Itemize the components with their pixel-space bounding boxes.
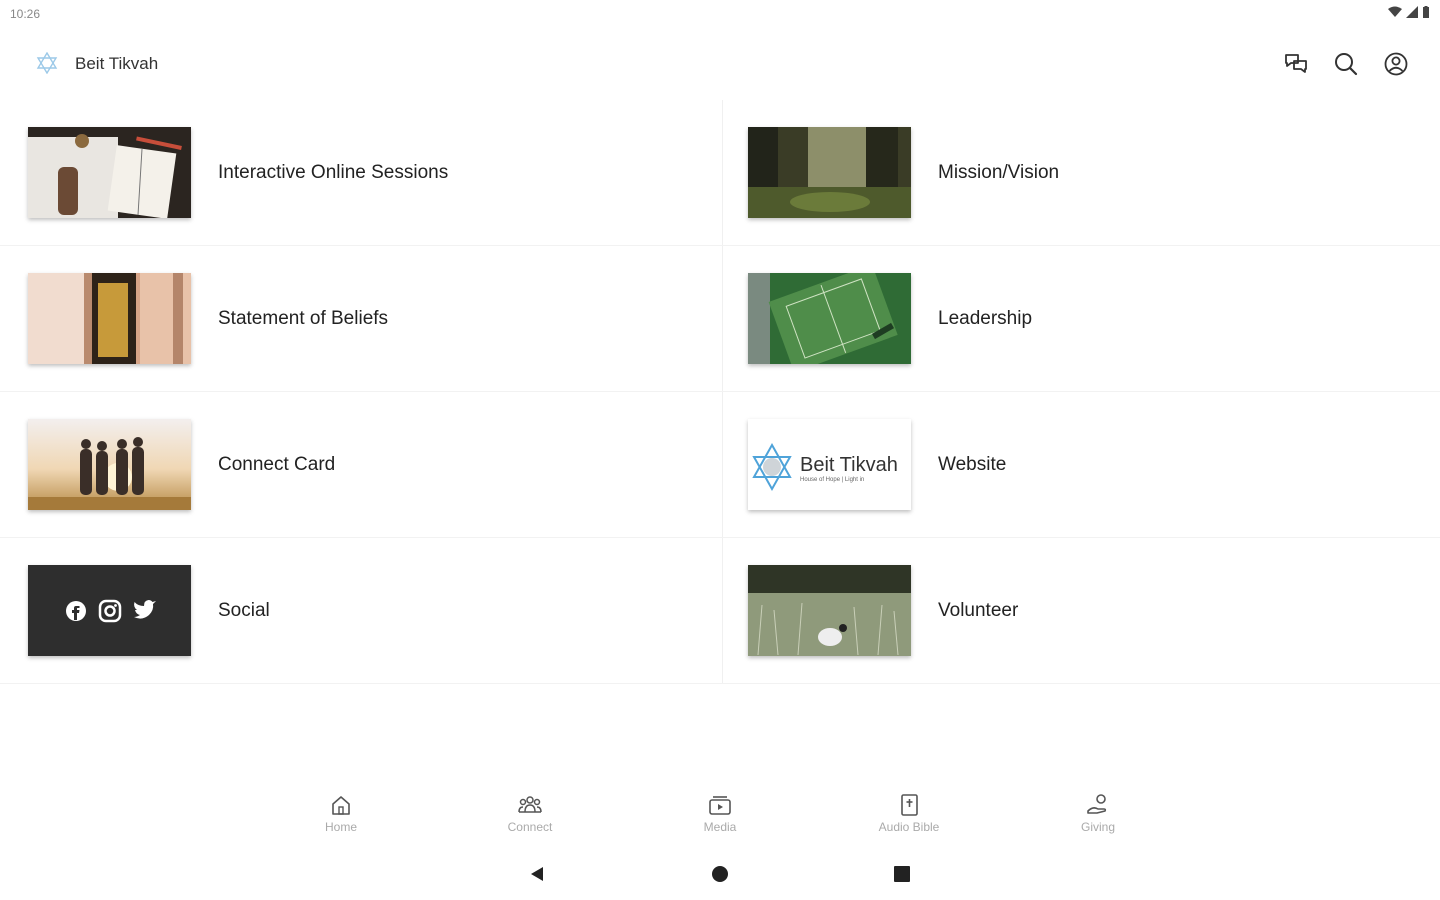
group-icon bbox=[518, 796, 542, 813]
thumbnail-image bbox=[748, 273, 911, 364]
grid-item-connect-card[interactable]: Connect Card bbox=[0, 392, 720, 538]
home-icon bbox=[332, 796, 350, 815]
wifi-icon bbox=[1388, 6, 1402, 17]
grid-item-leadership[interactable]: Leadership bbox=[720, 246, 1440, 392]
grid-item-label: Connect Card bbox=[218, 454, 336, 475]
app-title: Beit Tikvah bbox=[75, 54, 159, 73]
app-bar: Beit Tikvah bbox=[0, 40, 1440, 88]
back-triangle-icon bbox=[531, 867, 543, 881]
website-logo-text: Beit Tikvah bbox=[800, 454, 898, 476]
nav-label: Giving bbox=[1080, 820, 1115, 834]
nav-label: Media bbox=[703, 820, 737, 834]
grid-item-label: Statement of Beliefs bbox=[218, 308, 389, 329]
battery-icon bbox=[1423, 6, 1429, 18]
thumbnail-image: Beit Tikvah House of Hope | Light in bbox=[748, 419, 911, 510]
grid-item-label: Social bbox=[218, 600, 270, 621]
search-button[interactable] bbox=[1332, 50, 1360, 78]
thumbnail-image bbox=[28, 565, 191, 656]
nav-label: Connect bbox=[507, 820, 553, 834]
thumbnail-image bbox=[28, 127, 191, 218]
grid-item-statement-of-beliefs[interactable]: Statement of Beliefs bbox=[0, 246, 720, 392]
grid-item-label: Volunteer bbox=[938, 600, 1019, 621]
nav-item-giving[interactable]: Giving bbox=[1043, 786, 1153, 834]
status-time: 10:26 bbox=[10, 7, 41, 21]
status-icons bbox=[1388, 6, 1430, 18]
thumbnail-image bbox=[748, 127, 911, 218]
chat-icon bbox=[1285, 54, 1307, 73]
account-button[interactable] bbox=[1382, 50, 1410, 78]
grid-item-label: Website bbox=[938, 454, 1007, 475]
bottom-nav: Home Connect Media Audio Bible Giving bbox=[0, 786, 1440, 846]
nav-label: Home bbox=[324, 820, 357, 834]
home-system-button[interactable] bbox=[708, 862, 732, 886]
star-of-david-logo-icon bbox=[36, 52, 58, 74]
recents-button[interactable] bbox=[890, 862, 914, 886]
nav-label: Audio Bible bbox=[878, 820, 940, 834]
grid-item-volunteer[interactable]: Volunteer bbox=[720, 538, 1440, 684]
grid-item-mission-vision[interactable]: Mission/Vision bbox=[720, 100, 1440, 246]
giving-icon bbox=[1087, 794, 1107, 814]
grid-item-label: Leadership bbox=[938, 308, 1033, 329]
grid-item-label: Mission/Vision bbox=[938, 162, 1060, 183]
grid-item-interactive-online-sessions[interactable]: Interactive Online Sessions bbox=[0, 100, 720, 246]
nav-item-audio-bible[interactable]: Audio Bible bbox=[854, 786, 964, 834]
signal-icon bbox=[1406, 6, 1418, 18]
system-nav-bar bbox=[0, 858, 1440, 890]
media-icon bbox=[709, 796, 731, 815]
content-grid: Interactive Online Sessions Mission/Visi… bbox=[0, 100, 1440, 684]
grid-item-website[interactable]: Beit Tikvah House of Hope | Light in Web… bbox=[720, 392, 1440, 538]
home-circle-icon bbox=[712, 866, 728, 882]
chat-button[interactable] bbox=[1282, 50, 1310, 78]
grid-item-label: Interactive Online Sessions bbox=[218, 162, 449, 183]
website-logo-subtitle: House of Hope | Light in bbox=[800, 477, 864, 483]
bible-icon bbox=[901, 794, 918, 816]
nav-item-media[interactable]: Media bbox=[665, 786, 775, 834]
back-button[interactable] bbox=[525, 862, 549, 886]
app-actions bbox=[1282, 50, 1410, 78]
account-circle-icon bbox=[1384, 52, 1408, 76]
search-icon bbox=[1335, 53, 1358, 76]
status-bar: 10:26 bbox=[0, 0, 1440, 28]
facebook-icon bbox=[66, 601, 86, 621]
thumbnail-image bbox=[28, 419, 191, 510]
thumbnail-image bbox=[28, 273, 191, 364]
recents-square-icon bbox=[894, 866, 910, 882]
nav-item-home[interactable]: Home bbox=[286, 786, 396, 834]
grid-item-social[interactable]: Social bbox=[0, 538, 720, 684]
thumbnail-image bbox=[748, 565, 911, 656]
nav-item-connect[interactable]: Connect bbox=[475, 786, 585, 834]
